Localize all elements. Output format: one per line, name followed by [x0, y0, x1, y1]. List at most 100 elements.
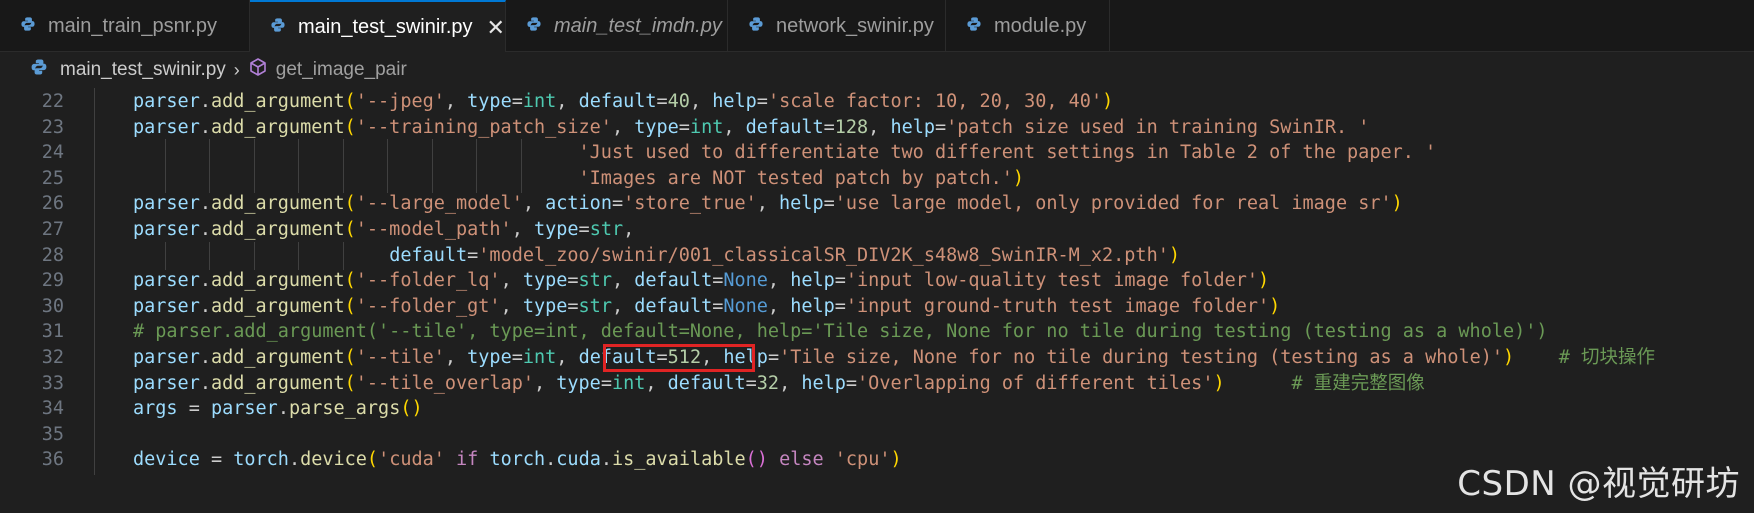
code-content: 'Just used to differentiate two differen… [133, 139, 1437, 168]
code-token: , [767, 270, 791, 292]
code-content: parser.add_argument('--tile_overlap', ty… [133, 370, 1425, 399]
code-content: 'Images are NOT tested patch by patch.') [133, 165, 1025, 194]
chevron-right-icon: › [233, 59, 240, 80]
code-token: # parser.add_argument('--tile', type=int… [133, 321, 1548, 343]
tab-label: main_test_swinir.py [298, 16, 473, 38]
code-token: add_argument [210, 91, 345, 112]
code-token: ) [1012, 167, 1025, 189]
code-token: = [611, 193, 624, 215]
code-token: type [467, 91, 512, 112]
line-number: 29 [41, 270, 64, 292]
code-token: , [645, 372, 668, 394]
line-number: 30 [41, 295, 64, 317]
line-number: 25 [41, 167, 64, 189]
code-line: 28 default='model_zoo/swinir/001_classic… [0, 241, 1754, 271]
code-token: ) [1503, 347, 1515, 368]
code-token: ) [1213, 372, 1225, 394]
code-token: ( [344, 91, 356, 112]
code-token: () [745, 449, 768, 471]
line-number: 23 [41, 116, 64, 138]
line-number: 32 [41, 347, 64, 368]
code-token: = [567, 295, 579, 317]
code-token: , [522, 193, 546, 215]
code-token: = [656, 347, 668, 368]
code-token: 'Just used to differentiate two differen… [578, 142, 1437, 164]
line-number: 36 [41, 449, 64, 471]
code-token: '--tile' [355, 347, 445, 368]
code-token: , [444, 347, 468, 368]
code-token: = [834, 295, 846, 317]
code-token: ( [366, 449, 379, 471]
code-content: parser.add_argument('--model_path', type… [133, 216, 634, 245]
code-token: None [723, 270, 768, 292]
code-token: = [834, 270, 846, 292]
code-token: . [199, 347, 211, 368]
tab-main_test_imdn-py[interactable]: main_test_imdn.py [506, 0, 728, 52]
code-token: , [723, 116, 746, 138]
code-token: 'scale factor: 10, 20, 30, 40' [767, 91, 1103, 112]
code-token: = [567, 270, 579, 292]
code-token: ( [344, 219, 356, 240]
code-token: 'Tile size, None for no tile during test… [779, 347, 1504, 368]
line-number: 31 [41, 321, 64, 343]
tab-network_swinir-py[interactable]: network_swinir.py [728, 0, 946, 52]
close-icon[interactable]: ✕ [487, 15, 505, 41]
tab-main_train_psnr-py[interactable]: main_train_psnr.py [0, 0, 250, 52]
code-token: = [767, 347, 780, 368]
code-token: parse_args [288, 398, 401, 420]
code-token: . [545, 449, 557, 471]
code-token: parser [133, 219, 200, 240]
code-token: device [300, 449, 367, 471]
code-line: 34 args = parser.parse_args() [0, 395, 1754, 424]
code-line: 26 parser.add_argument('--large_model', a… [0, 190, 1754, 219]
tab-label: module.py [994, 14, 1087, 37]
line-number: 33 [41, 372, 64, 394]
tab-module-py[interactable]: module.py [946, 0, 1110, 52]
code-token: ) [1269, 295, 1281, 317]
code-editor[interactable]: 22 parser.add_argument('--jpeg', type=int… [0, 88, 1754, 513]
code-token: , [444, 91, 468, 112]
python-icon [526, 15, 542, 38]
code-token: int [689, 116, 724, 138]
code-token: default [667, 372, 746, 394]
python-icon [966, 15, 982, 38]
code-token: . [199, 372, 211, 394]
code-token: 40 [667, 91, 690, 112]
tab-bar: main_train_psnr.py main_test_swinir.py ✕ ma… [0, 0, 1754, 53]
breadcrumb-symbol[interactable]: get_image_pair [276, 59, 407, 81]
code-token: ( [344, 347, 356, 368]
code-token: = [511, 91, 523, 112]
code-token: , [611, 270, 635, 292]
code-token: , [767, 295, 791, 317]
tab-main_test_swinir-py[interactable]: main_test_swinir.py ✕ [250, 0, 506, 53]
breadcrumb-file[interactable]: main_test_swinir.py [60, 59, 226, 81]
code-token: = [511, 347, 523, 368]
code-token: . [277, 398, 289, 420]
watermark: CSDN @视觉研坊 [1457, 464, 1740, 504]
python-icon [748, 15, 764, 38]
code-token: = [823, 116, 835, 138]
code-token: , [611, 295, 635, 317]
code-token: . [199, 219, 211, 240]
code-token: '--jpeg' [355, 91, 445, 112]
code-token: parser [133, 347, 200, 368]
code-token: 'cuda' [378, 449, 445, 471]
code-token: , [623, 219, 635, 240]
code-token: default [634, 295, 713, 317]
code-line: 32 parser.add_argument('--tile', type=int… [0, 344, 1754, 373]
code-token: parser [133, 193, 200, 215]
code-token: device [133, 449, 200, 471]
code-token: ( [344, 193, 356, 215]
code-token: = [823, 193, 835, 215]
code-token: '--model_path' [355, 219, 512, 240]
code-content: device = torch.device('cuda' if torch.cu… [133, 446, 902, 475]
code-token: ( [344, 295, 356, 317]
code-token: None [723, 295, 768, 317]
code-token: 'input ground-truth test image folder' [845, 295, 1270, 317]
code-token: default [389, 244, 468, 266]
code-token: = [712, 295, 724, 317]
code-token: parser [133, 372, 200, 394]
